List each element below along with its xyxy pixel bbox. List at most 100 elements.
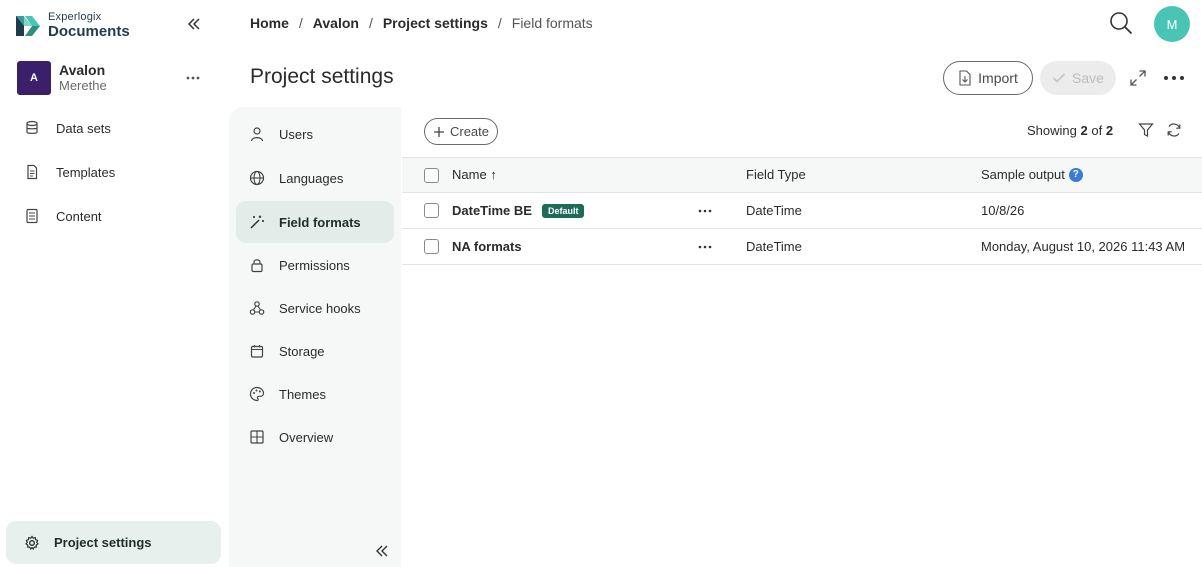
subnav-item-label: Storage xyxy=(279,343,325,359)
document-icon xyxy=(22,162,42,182)
row-name: DateTime BE xyxy=(452,203,532,218)
user-avatar[interactable]: M xyxy=(1154,6,1190,42)
row-name: NA formats xyxy=(452,239,522,254)
subnav-item-themes[interactable]: Themes xyxy=(236,373,394,415)
settings-subnav: Users Languages Field formats Permission… xyxy=(229,107,401,567)
row-more-icon[interactable] xyxy=(698,243,712,251)
sidebar-item-templates[interactable]: Templates xyxy=(22,158,212,186)
sidebar-item-label: Content xyxy=(56,208,102,224)
subnav-item-overview[interactable]: Overview xyxy=(236,416,394,458)
breadcrumb: Home / Avalon / Project settings / Field… xyxy=(250,15,593,31)
row-sample-output: 10/8/26 xyxy=(981,203,1025,218)
row-more-icon[interactable] xyxy=(698,207,712,215)
showing-total: 2 xyxy=(1105,123,1114,138)
more-options-icon[interactable] xyxy=(1163,70,1185,86)
webhook-icon xyxy=(249,301,265,315)
settings-label: Project settings xyxy=(54,535,152,550)
project-switcher[interactable]: A Avalon Merethe xyxy=(17,60,207,96)
sidebar-item-label: Data sets xyxy=(56,120,111,136)
search-icon[interactable] xyxy=(1108,10,1134,36)
gear-icon xyxy=(25,535,39,550)
column-header-sample-output[interactable]: Sample output ? xyxy=(981,167,1083,182)
logo-big-text: Documents xyxy=(48,23,130,40)
save-button[interactable]: Save xyxy=(1040,61,1116,95)
subnav-item-permissions[interactable]: Permissions xyxy=(236,244,394,286)
sidebar-item-content[interactable]: Content xyxy=(22,202,212,230)
row-field-type: DateTime xyxy=(746,239,802,254)
breadcrumb-home[interactable]: Home xyxy=(250,15,289,31)
column-sample-label: Sample output xyxy=(981,167,1065,182)
refresh-icon[interactable] xyxy=(1166,122,1182,138)
database-icon xyxy=(22,118,42,138)
breadcrumb-current: Field formats xyxy=(511,15,593,31)
palette-icon xyxy=(249,386,265,402)
user-icon xyxy=(250,127,264,142)
subnav-item-field-formats[interactable]: Field formats xyxy=(236,201,394,243)
storage-icon xyxy=(250,345,264,358)
page-title: Project settings xyxy=(250,65,394,88)
subnav-item-service-hooks[interactable]: Service hooks xyxy=(236,287,394,329)
subnav-item-storage[interactable]: Storage xyxy=(236,330,394,372)
sidebar-item-project-settings[interactable]: Project settings xyxy=(6,521,221,564)
collapse-subnav-icon[interactable] xyxy=(373,542,391,560)
subnav-item-label: Themes xyxy=(279,386,326,402)
subnav-item-label: Permissions xyxy=(279,257,350,273)
subnav-item-label: Overview xyxy=(279,429,334,445)
import-file-icon xyxy=(959,70,971,86)
import-label: Import xyxy=(978,70,1018,86)
logo-small-text: Experlogix xyxy=(48,11,102,23)
sidebar: Experlogix Documents A Avalon Merethe Da… xyxy=(0,0,228,567)
import-button[interactable]: Import xyxy=(943,61,1033,95)
sort-ascending-icon: ↑ xyxy=(490,167,497,182)
project-name: Avalon xyxy=(59,62,106,79)
save-label: Save xyxy=(1072,70,1104,86)
project-user: Merethe xyxy=(59,77,107,93)
subnav-item-languages[interactable]: Languages xyxy=(236,157,394,199)
select-all-checkbox[interactable] xyxy=(424,168,439,183)
filter-icon[interactable] xyxy=(1138,122,1154,138)
row-name-cell[interactable]: DateTime BE Default xyxy=(452,203,585,218)
row-sample-output: Monday, August 10, 2026 11:43 AM xyxy=(981,239,1186,254)
subnav-item-label: Field formats xyxy=(279,214,361,230)
table-toolbar: Create Showing 2 of 2 xyxy=(402,107,1202,157)
breadcrumb-separator: / xyxy=(497,15,502,31)
row-name-cell[interactable]: NA formats xyxy=(452,239,522,254)
sidebar-item-data-sets[interactable]: Data sets xyxy=(22,114,212,142)
magic-wand-icon xyxy=(250,215,264,229)
breadcrumb-settings[interactable]: Project settings xyxy=(383,15,488,31)
logo-icon xyxy=(16,15,40,36)
plus-icon xyxy=(433,126,444,137)
row-checkbox[interactable] xyxy=(424,239,439,254)
lock-icon xyxy=(251,259,263,273)
breadcrumb-project[interactable]: Avalon xyxy=(313,15,359,31)
row-field-type: DateTime xyxy=(746,203,802,218)
result-count: Showing 2 of 2 xyxy=(1027,123,1113,138)
app-logo[interactable]: Experlogix Documents xyxy=(16,12,130,39)
column-header-name[interactable]: Name ↑ xyxy=(452,167,497,182)
subnav-item-label: Languages xyxy=(279,170,344,186)
grid-icon xyxy=(250,430,264,444)
showing-prefix: Showing xyxy=(1027,123,1077,138)
subnav-item-label: Users xyxy=(279,126,313,142)
row-checkbox[interactable] xyxy=(424,203,439,218)
content-icon xyxy=(22,206,42,226)
breadcrumb-separator: / xyxy=(368,15,373,31)
subnav-item-users[interactable]: Users xyxy=(236,113,394,155)
collapse-sidebar-icon[interactable] xyxy=(184,14,204,34)
table-row[interactable]: DateTime BE Default DateTime 10/8/26 xyxy=(402,193,1202,229)
column-header-field-type[interactable]: Field Type xyxy=(746,167,806,182)
showing-count: 2 xyxy=(1080,123,1088,138)
help-icon[interactable]: ? xyxy=(1068,167,1083,182)
subnav-item-label: Service hooks xyxy=(279,300,361,316)
table-header: Name ↑ Field Type Sample output ? xyxy=(402,157,1202,193)
project-more-icon[interactable] xyxy=(185,70,201,86)
column-name-label: Name xyxy=(452,167,487,182)
default-badge: Default xyxy=(541,203,585,218)
breadcrumb-separator: / xyxy=(298,15,303,31)
expand-icon[interactable] xyxy=(1129,69,1147,87)
project-avatar: A xyxy=(17,61,51,95)
create-label: Create xyxy=(449,124,490,139)
table-row[interactable]: NA formats DateTime Monday, August 10, 2… xyxy=(402,229,1202,265)
showing-of: of xyxy=(1091,123,1103,138)
create-button[interactable]: Create xyxy=(424,118,498,145)
